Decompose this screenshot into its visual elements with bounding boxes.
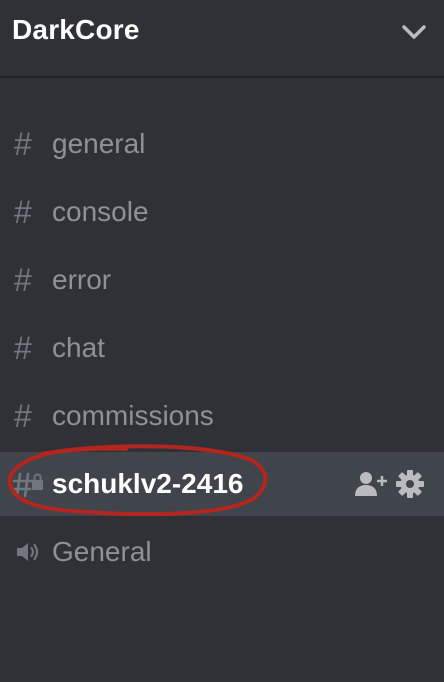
channel-item-commissions[interactable]: # commissions: [0, 384, 444, 448]
channel-label: general: [52, 128, 146, 159]
channel-item-error[interactable]: # error: [0, 248, 444, 312]
channel-label: commissions: [52, 400, 214, 431]
voice-channel-label: General: [52, 536, 152, 567]
channel-item-schuklv2-2416[interactable]: schuklv2-2416: [0, 452, 444, 516]
channel-label: console: [52, 196, 149, 227]
channel-item-general[interactable]: # general: [0, 112, 444, 176]
voice-channel-general[interactable]: General: [0, 520, 444, 584]
invite-member-icon[interactable]: [352, 466, 388, 502]
chevron-down-icon[interactable]: [396, 14, 432, 50]
channel-label: chat: [52, 332, 105, 363]
server-header[interactable]: DarkCore: [0, 0, 444, 78]
hash-icon: #: [14, 330, 32, 366]
channel-sidebar: DarkCore # general # console # error # c…: [0, 0, 444, 682]
hash-icon: #: [14, 262, 32, 298]
settings-gear-icon[interactable]: [392, 466, 428, 502]
channel-item-chat[interactable]: # chat: [0, 316, 444, 380]
channel-item-console[interactable]: # console: [0, 180, 444, 244]
locked-hash-icon: [11, 472, 43, 498]
speaker-icon: [17, 543, 39, 561]
hash-icon: #: [14, 194, 32, 230]
server-name: DarkCore: [12, 14, 140, 45]
hash-icon: #: [14, 126, 32, 162]
hash-icon: #: [14, 398, 32, 434]
channel-label: schuklv2-2416: [52, 468, 244, 499]
channel-label: error: [52, 264, 112, 295]
